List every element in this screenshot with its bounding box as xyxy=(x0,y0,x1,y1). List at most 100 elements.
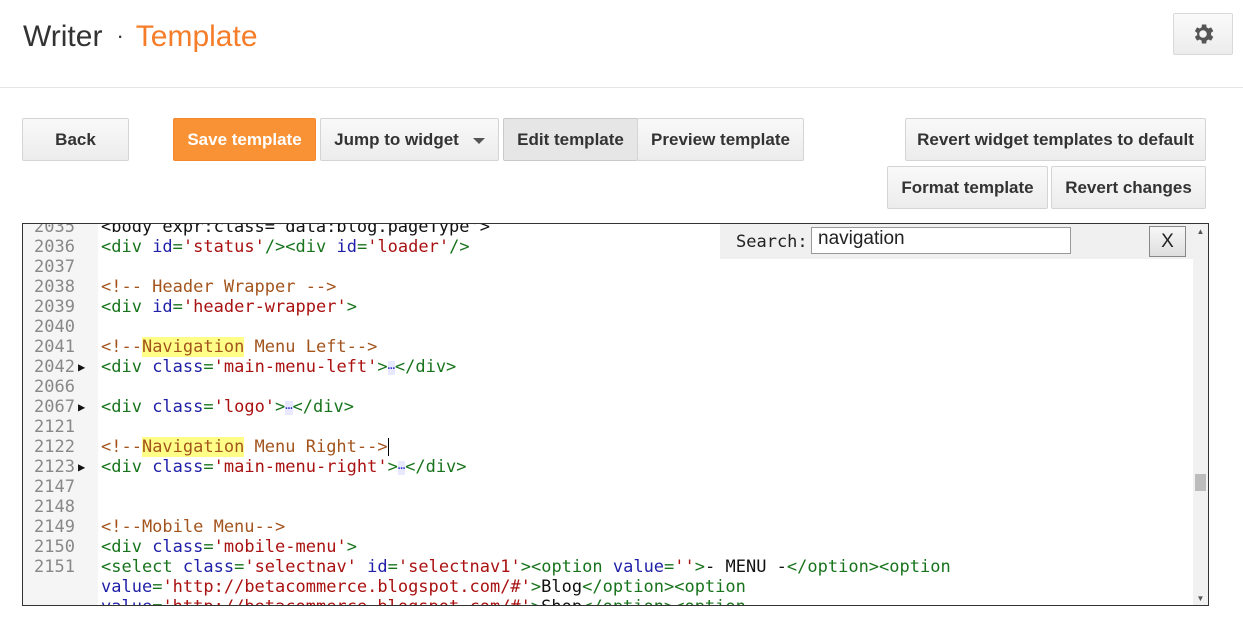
caret-down-icon xyxy=(472,137,485,144)
code-line[interactable]: 2067 ▶ <div class='logo'>⋯</div> xyxy=(23,397,1193,417)
code-token: value xyxy=(101,597,152,605)
code-token: /> xyxy=(449,237,470,257)
code-token: </option><option xyxy=(582,577,746,597)
line-number: 2149 xyxy=(34,517,75,537)
format-template-button[interactable]: Format template xyxy=(887,166,1048,209)
editor-scrollbar[interactable]: ▲ ▼ xyxy=(1193,224,1208,605)
code-line[interactable]: 2150 <div class='mobile-menu'> xyxy=(23,537,1193,557)
code-token: > xyxy=(275,397,286,417)
code-token: <div xyxy=(101,357,153,377)
search-match-highlight: Navigation xyxy=(141,437,245,457)
code-line[interactable]: 2148 xyxy=(23,497,1193,517)
folded-code-marker[interactable]: ⋯ xyxy=(285,401,293,415)
line-number: 2040 xyxy=(34,317,75,337)
edit-template-button[interactable]: Edit template xyxy=(503,118,638,161)
jump-to-widget-dropdown[interactable]: Jump to widget xyxy=(320,118,499,161)
text-cursor xyxy=(387,438,389,456)
line-source: value='http://betacommerce.blogspot.com/… xyxy=(101,577,746,597)
page-header: Writer · Template xyxy=(0,0,1243,88)
code-token: ><option xyxy=(520,557,613,577)
line-number: 2148 xyxy=(34,497,75,517)
line-source: value='http://betacommerce.blogspot.com/… xyxy=(101,597,746,605)
line-number: 2067 xyxy=(34,397,75,417)
fold-arrow-icon[interactable]: ▶ xyxy=(78,357,92,377)
code-token: <div xyxy=(101,237,153,257)
code-token: </div> xyxy=(405,457,467,477)
code-line[interactable]: 2123 ▶ <div class='main-menu-right'>⋯</div… xyxy=(23,457,1193,477)
line-number: 2147 xyxy=(34,477,75,497)
code-line[interactable]: 2066 xyxy=(23,377,1193,397)
code-line[interactable]: 2040 xyxy=(23,317,1193,337)
app-name: Writer xyxy=(23,20,103,53)
code-token: 'loader' xyxy=(367,237,450,257)
code-token: > xyxy=(377,357,388,377)
settings-button[interactable] xyxy=(1173,13,1233,55)
save-template-button[interactable]: Save template xyxy=(173,118,316,161)
scroll-up-icon[interactable]: ▲ xyxy=(1193,224,1208,238)
code-line[interactable]: 2122 <!--Navigation Menu Right--> xyxy=(23,437,1193,457)
code-token: = xyxy=(203,357,214,377)
folded-code-marker[interactable]: ⋯ xyxy=(387,361,395,375)
code-token: > xyxy=(346,537,357,557)
code-line[interactable]: 2041 <!--Navigation Menu Left--> xyxy=(23,337,1193,357)
code-line[interactable]: value='http://betacommerce.blogspot.com/… xyxy=(23,597,1193,605)
code-token: class xyxy=(152,397,204,417)
search-input[interactable]: navigation xyxy=(811,227,1071,254)
code-token: = xyxy=(203,457,214,477)
code-token: class xyxy=(152,537,204,557)
close-search-button[interactable]: X xyxy=(1149,226,1186,257)
code-token: = xyxy=(172,297,183,317)
code-token: > xyxy=(530,577,542,597)
line-number: 2039 xyxy=(34,297,75,317)
line-source: <div class='logo'>⋯</div> xyxy=(101,397,354,418)
code-area[interactable]: 2035 <body expr:class='data:blog.pageType… xyxy=(23,224,1193,605)
code-line[interactable]: 2037 xyxy=(23,257,1193,277)
jump-to-widget-label: Jump to widget xyxy=(334,129,459,149)
page-name: Template xyxy=(135,20,258,53)
code-token: value xyxy=(612,557,665,577)
code-token: = xyxy=(356,237,368,257)
code-token: class xyxy=(152,457,204,477)
code-token: Shop xyxy=(541,597,582,605)
scroll-down-icon[interactable]: ▼ xyxy=(1193,591,1208,605)
preview-template-button[interactable]: Preview template xyxy=(637,118,804,161)
line-source: <div class='main-menu-right'>⋯</div> xyxy=(101,457,467,478)
fold-arrow-icon[interactable]: ▶ xyxy=(78,397,92,417)
line-number: 2038 xyxy=(34,277,75,297)
code-token: = xyxy=(152,577,163,597)
revert-widget-templates-button[interactable]: Revert widget templates to default xyxy=(905,118,1206,161)
fold-arrow-icon[interactable]: ▶ xyxy=(78,457,92,477)
search-label: Search: xyxy=(736,232,808,252)
line-source: <div id='status'/><div id='loader'/> xyxy=(101,237,470,257)
code-token: class xyxy=(182,557,235,577)
code-line[interactable]: 2042 ▶ <div class='main-menu-left'>⋯</div> xyxy=(23,357,1193,377)
code-line[interactable]: 2121 xyxy=(23,417,1193,437)
code-token: '' xyxy=(674,557,695,577)
code-line[interactable]: 2147 xyxy=(23,477,1193,497)
scroll-thumb[interactable] xyxy=(1195,474,1206,491)
code-token: class xyxy=(152,357,204,377)
line-number: 2121 xyxy=(34,417,75,437)
back-button[interactable]: Back xyxy=(22,118,129,161)
page-title: Writer · Template xyxy=(23,18,258,58)
code-token: <!-- xyxy=(101,337,142,357)
line-number: 2122 xyxy=(34,437,75,457)
code-line[interactable]: 2151 <select class='selectnav' id='select… xyxy=(23,557,1193,577)
code-token: </option><option xyxy=(582,597,746,605)
line-number: 2041 xyxy=(34,337,75,357)
line-source: <div class='main-menu-left'>⋯</div> xyxy=(101,357,456,378)
code-token: > xyxy=(531,597,541,605)
code-token: = xyxy=(152,597,162,605)
code-line[interactable]: 2038 <!-- Header Wrapper --> xyxy=(23,277,1193,297)
code-line[interactable]: value='http://betacommerce.blogspot.com/… xyxy=(23,577,1193,597)
code-token: > xyxy=(346,297,357,317)
line-number: 2066 xyxy=(34,377,75,397)
code-token: <!-- xyxy=(101,437,142,457)
template-code-editor[interactable]: 2035 <body expr:class='data:blog.pageType… xyxy=(22,223,1209,606)
code-token: 'selectnav1' xyxy=(397,557,521,577)
code-line[interactable]: 2039 <div id='header-wrapper'> xyxy=(23,297,1193,317)
code-token: <select xyxy=(101,557,183,577)
code-line[interactable]: 2149 <!--Mobile Menu--> xyxy=(23,517,1193,537)
revert-changes-button[interactable]: Revert changes xyxy=(1051,166,1206,209)
